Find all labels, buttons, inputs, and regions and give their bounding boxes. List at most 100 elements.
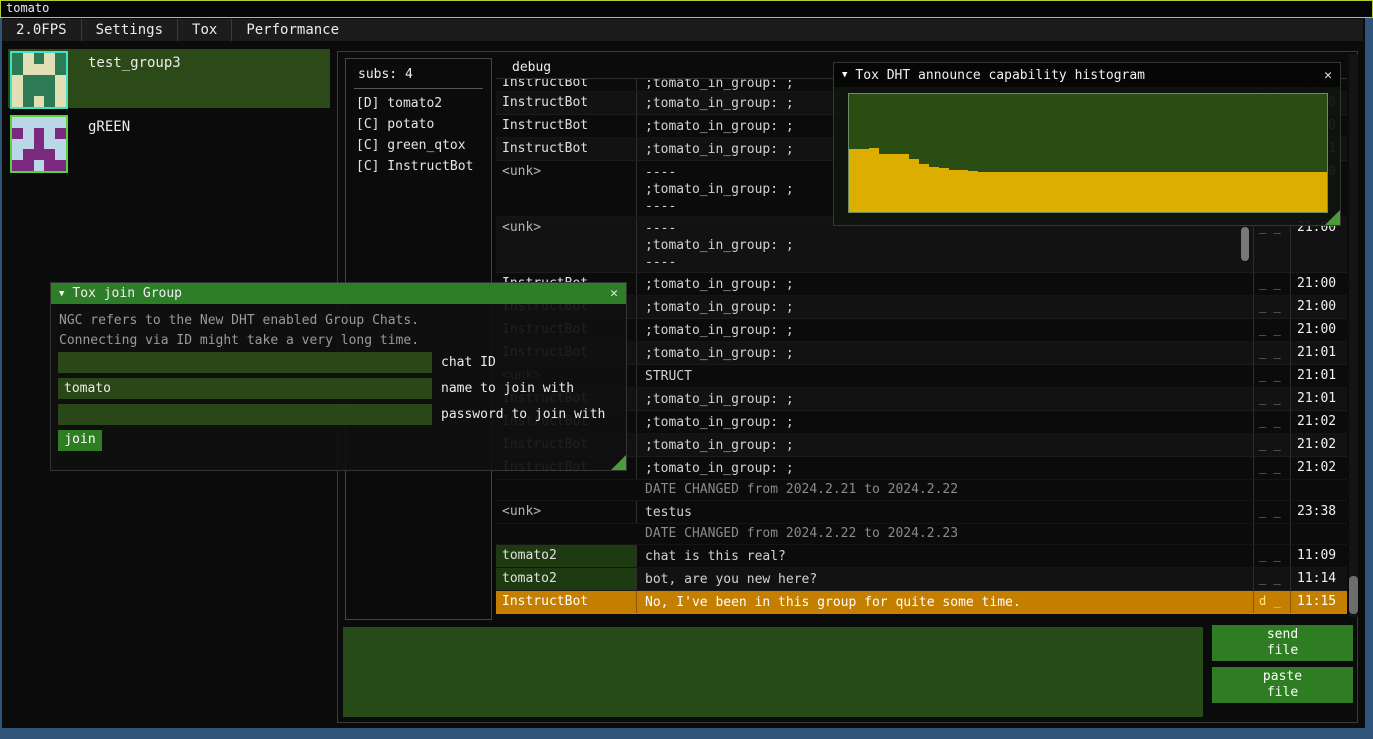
histogram-bar	[1168, 172, 1178, 212]
join-password-field[interactable]	[58, 404, 432, 425]
message-time: 21:00	[1290, 319, 1347, 341]
ngc-hint-line-2: Connecting via ID might take a very long…	[59, 333, 419, 348]
histogram-bar	[1227, 172, 1237, 212]
chat-scrollbar[interactable]	[1349, 54, 1358, 617]
collapse-arrow-icon[interactable]: ▼	[842, 70, 847, 80]
histogram-bar	[1118, 172, 1128, 212]
histogram-bar	[958, 170, 968, 212]
sender-name: <unk>	[496, 501, 637, 523]
histogram-bar	[899, 154, 909, 212]
histogram-bar	[1257, 172, 1267, 212]
message-status: _ _	[1253, 342, 1290, 364]
message-row[interactable]: tomato2chat is this real?_ _11:09	[496, 545, 1347, 568]
histogram-bar	[1217, 172, 1227, 212]
close-icon[interactable]: ✕	[1316, 68, 1332, 83]
resize-grip[interactable]	[1325, 210, 1340, 225]
group-name-label: test_group3	[88, 55, 181, 71]
subs-member-tomato2[interactable]: [D] tomato2	[346, 93, 491, 114]
tab-debug[interactable]: debug	[512, 60, 551, 75]
join-group-title: Tox join Group	[72, 286, 602, 301]
message-row[interactable]: InstructBotNo, I've been in this group f…	[496, 591, 1347, 614]
join-name-label: name to join with	[441, 381, 574, 396]
group-avatar	[10, 115, 68, 173]
date-changed-row[interactable]: DATE CHANGED from 2024.2.22 to 2024.2.23	[496, 524, 1347, 545]
histogram-bar	[1148, 172, 1158, 212]
message-text: ;tomato_in_group: ;	[637, 273, 1253, 295]
message-time: 11:14	[1290, 568, 1347, 590]
message-time	[1290, 524, 1347, 544]
collapse-arrow-icon[interactable]: ▼	[59, 289, 64, 299]
message-text: bot, are you new here?	[637, 568, 1253, 590]
histogram-bar	[978, 172, 988, 212]
paste-file-button[interactable]: pastefile	[1212, 667, 1353, 703]
chat-id-field[interactable]	[58, 352, 432, 373]
date-changed-row[interactable]: DATE CHANGED from 2024.2.21 to 2024.2.22	[496, 480, 1347, 501]
join-button[interactable]: join	[58, 430, 102, 451]
message-scrollbar-thumb[interactable]	[1241, 227, 1249, 261]
sender-name: InstructBot	[496, 79, 637, 91]
message-text: ;tomato_in_group: ;	[637, 434, 1253, 456]
window-title: tomato	[6, 1, 49, 15]
group-item-gREEN[interactable]: gREEN	[8, 113, 330, 172]
histogram-bar	[1048, 172, 1058, 212]
sender-name: <unk>	[496, 217, 637, 272]
subs-member-list: [D] tomato2[C] potato[C] green_qtox[C] I…	[346, 93, 491, 177]
message-text: chat is this real?	[637, 545, 1253, 567]
sender-name: InstructBot	[496, 115, 637, 137]
histogram-bar	[1247, 172, 1257, 212]
histogram-bar	[929, 167, 939, 212]
subs-count-label: subs: 4	[346, 59, 491, 86]
ngc-hint-line-1: NGC refers to the New DHT enabled Group …	[59, 313, 419, 328]
join-group-titlebar[interactable]: ▼ Tox join Group ✕	[51, 283, 626, 304]
histogram-bar	[849, 149, 859, 212]
message-time: 21:02	[1290, 457, 1347, 479]
subs-member-green_qtox[interactable]: [C] green_qtox	[346, 135, 491, 156]
histogram-bar	[919, 164, 929, 212]
histogram-bar	[1138, 172, 1148, 212]
message-time: 21:02	[1290, 434, 1347, 456]
message-status: _ _	[1253, 411, 1290, 433]
histogram-bar	[1317, 172, 1327, 212]
histogram-bar	[1068, 172, 1078, 212]
subs-separator	[354, 88, 483, 89]
menu-item-settings[interactable]: Settings	[82, 19, 177, 41]
message-status: _ _	[1253, 501, 1290, 523]
histogram-bar	[968, 171, 978, 212]
join-name-field[interactable]	[58, 378, 432, 399]
histogram-bar	[998, 172, 1008, 212]
dht-histogram-titlebar[interactable]: ▼ Tox DHT announce capability histogram …	[834, 63, 1340, 87]
chat-id-label: chat ID	[441, 355, 496, 370]
message-text: No, I've been in this group for quite so…	[637, 591, 1253, 613]
histogram-bar	[889, 154, 899, 212]
sender-name: InstructBot	[496, 591, 637, 613]
message-text: ;tomato_in_group: ;	[637, 296, 1253, 318]
message-text: ;tomato_in_group: ;	[637, 388, 1253, 410]
menu-item-performance[interactable]: Performance	[232, 19, 353, 41]
resize-grip[interactable]	[611, 455, 626, 470]
chat-scrollbar-thumb[interactable]	[1349, 576, 1358, 614]
menu-item-tox[interactable]: Tox	[178, 19, 231, 41]
group-avatar	[10, 51, 68, 109]
sender-name: tomato2	[496, 568, 637, 590]
histogram-bar	[1277, 172, 1287, 212]
message-text: ;tomato_in_group: ;	[637, 411, 1253, 433]
sender-name: tomato2	[496, 545, 637, 567]
histogram-bar	[869, 148, 879, 212]
join-password-label: password to join with	[441, 407, 605, 422]
message-time: 23:38	[1290, 501, 1347, 523]
message-time: 21:01	[1290, 342, 1347, 364]
subs-member-InstructBot[interactable]: [C] InstructBot	[346, 156, 491, 177]
close-icon[interactable]: ✕	[602, 286, 618, 301]
histogram-bar	[1287, 172, 1297, 212]
message-input[interactable]	[343, 627, 1203, 717]
send-file-button[interactable]: sendfile	[1212, 625, 1353, 661]
histogram-bar	[1098, 172, 1108, 212]
group-item-test_group3[interactable]: test_group3	[8, 49, 330, 108]
app-frame: tomato 2.0FPS Settings Tox Performance t…	[0, 0, 1373, 739]
message-row[interactable]: <unk>testus_ _23:38	[496, 501, 1347, 524]
subs-member-potato[interactable]: [C] potato	[346, 114, 491, 135]
message-status: _ _	[1253, 365, 1290, 387]
window-titlebar[interactable]: tomato	[0, 0, 1373, 18]
message-text: testus	[637, 501, 1253, 523]
message-row[interactable]: tomato2bot, are you new here?_ _11:14	[496, 568, 1347, 591]
